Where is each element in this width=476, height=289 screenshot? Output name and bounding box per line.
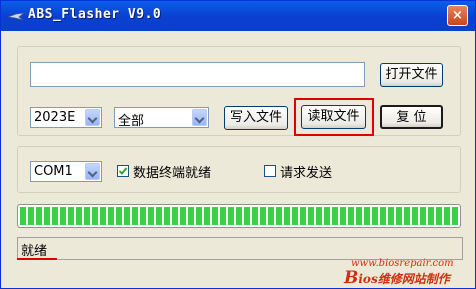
progress-fill [20, 207, 458, 225]
status-text: 就绪 [21, 244, 48, 259]
rts-label: 请求发送 [280, 166, 333, 181]
chip-model-select[interactable]: 2023E [30, 107, 102, 128]
window-title: ABS_Flasher V9.0 [28, 7, 162, 22]
chevron-down-icon[interactable] [85, 163, 100, 180]
region-value: 全部 [118, 114, 145, 129]
watermark-brand: Bios维修网站制作 [344, 268, 450, 288]
dtr-label: 数据终端就绪 [133, 166, 212, 181]
close-icon: × [452, 8, 463, 23]
dtr-checkbox[interactable] [117, 165, 129, 177]
reset-label: 复 位 [396, 110, 427, 125]
port-select[interactable]: COM1 [30, 161, 102, 182]
chevron-down-icon[interactable] [85, 109, 100, 126]
chip-model-value: 2023E [34, 110, 76, 125]
app-icon [7, 12, 25, 21]
checkmark-icon [118, 167, 128, 175]
watermark-brand-text: ios维修网站制作 [358, 272, 450, 286]
open-file-button[interactable]: 打开文件 [380, 63, 443, 87]
close-button[interactable]: × [447, 5, 468, 26]
chevron-down-icon[interactable] [192, 109, 207, 126]
status-underline [17, 258, 57, 260]
open-file-label: 打开文件 [385, 67, 438, 82]
read-file-button[interactable]: 读取文件 [301, 105, 366, 129]
watermark-brand-letter: B [344, 268, 359, 288]
rts-checkbox[interactable] [264, 165, 276, 177]
port-value: COM1 [34, 164, 73, 179]
status-bar: 就绪 [17, 237, 463, 260]
reset-button[interactable]: 复 位 [380, 105, 443, 129]
region-select[interactable]: 全部 [114, 107, 209, 129]
main-window: ABS_Flasher V9.0 × 打开文件 2023E 全部 写入文件 读取… [0, 0, 476, 289]
read-file-label: 读取文件 [307, 109, 360, 124]
write-file-label: 写入文件 [229, 110, 282, 125]
file-path-input[interactable] [30, 62, 365, 87]
progress-bar [17, 204, 461, 228]
write-file-button[interactable]: 写入文件 [224, 106, 288, 130]
title-bar[interactable]: ABS_Flasher V9.0 × [1, 1, 475, 31]
